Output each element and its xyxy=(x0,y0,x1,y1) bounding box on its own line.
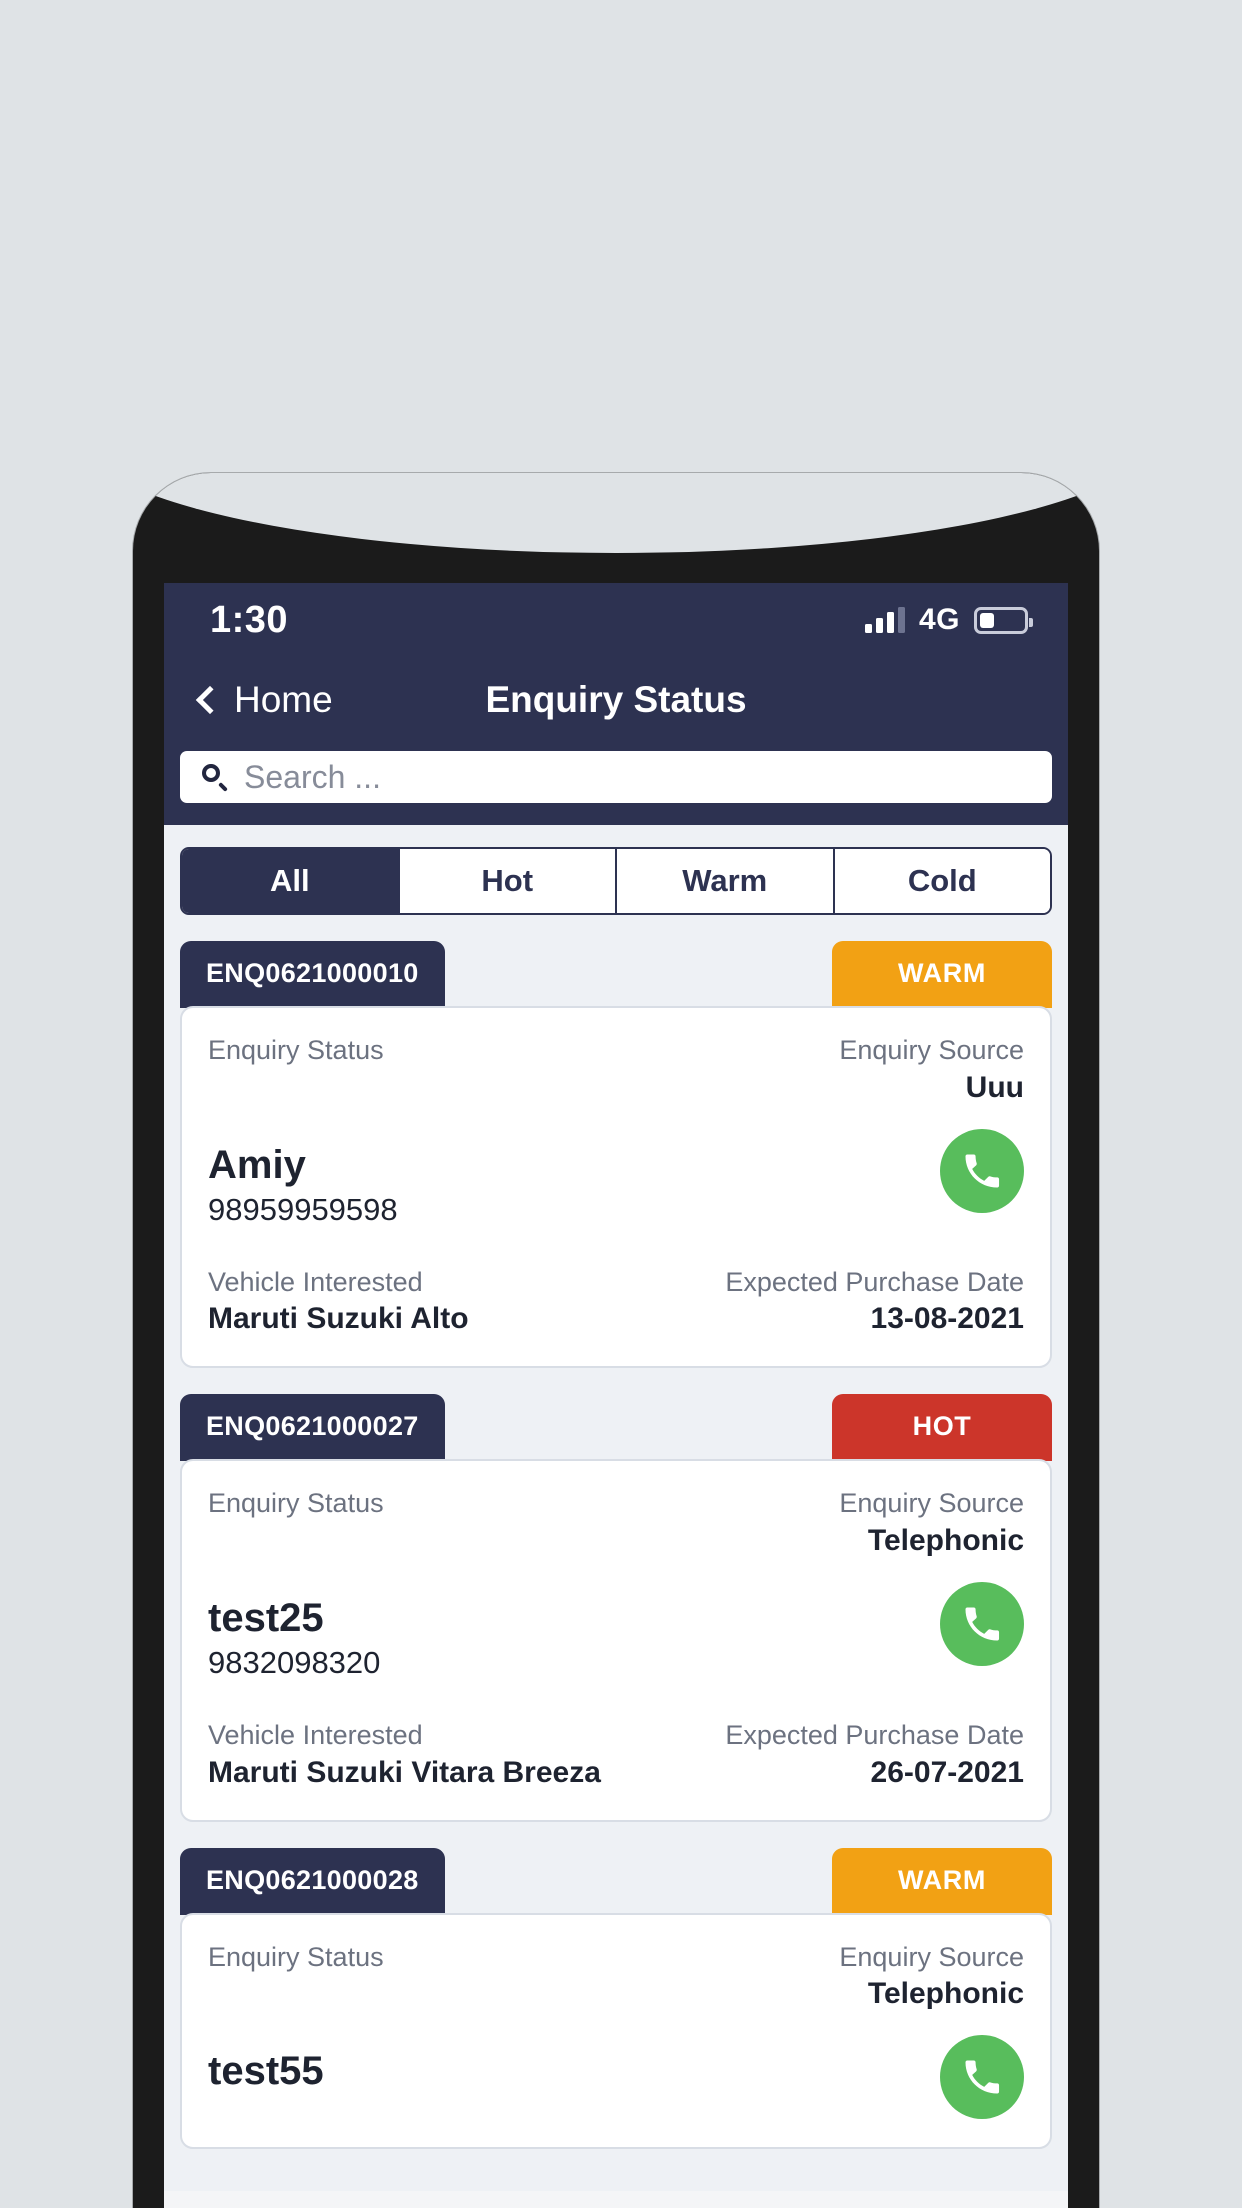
vehicle-interested-label: Vehicle Interested xyxy=(208,1719,423,1750)
filter-tab-warm[interactable]: Warm xyxy=(617,849,835,913)
network-type-label: 4G xyxy=(918,603,960,636)
call-button[interactable] xyxy=(940,2035,1024,2120)
enquiry-list-scroll-area[interactable]: All Hot Warm Cold ENQ0621000010 WARM Enq… xyxy=(164,825,1068,2208)
enquiry-status-label: Enquiry Status xyxy=(208,1488,384,1519)
back-button[interactable]: Home xyxy=(194,679,333,721)
back-button-label: Home xyxy=(234,679,333,720)
enquiry-status-block: Enquiry Status xyxy=(208,1941,384,1975)
customer-phone: 9832098320 xyxy=(208,1645,381,1680)
filter-tab-group: All Hot Warm Cold xyxy=(180,847,1052,915)
enquiry-card-header: ENQ0621000028 WARM xyxy=(180,1847,1052,1915)
enquiry-id-badge: ENQ0621000010 xyxy=(180,941,445,1008)
enquiry-status-block: Enquiry Status xyxy=(208,1487,384,1521)
customer-block: Amiy 98959959598 xyxy=(208,1107,398,1230)
enquiry-source-label: Enquiry Source xyxy=(839,1035,1024,1065)
filter-tab-cold[interactable]: Cold xyxy=(834,849,1050,913)
enquiry-contact-row: Amiy 98959959598 xyxy=(208,1107,1024,1230)
customer-block: test25 9832098320 xyxy=(208,1560,380,1683)
enquiry-bottom-row: Vehicle Interested Maruti Suzuki Vitara … xyxy=(208,1719,1024,1792)
purchase-date-block: Expected Purchase Date 26-07-2021 xyxy=(725,1719,1024,1792)
call-button[interactable] xyxy=(940,1128,1024,1213)
vehicle-interested-value: Maruti Suzuki Alto xyxy=(208,1302,469,1336)
enquiry-source-block: Enquiry Source Uuu xyxy=(839,1034,1024,1107)
signal-bars-icon xyxy=(864,607,905,633)
customer-block: test55 xyxy=(208,2013,324,2097)
enquiry-card-header: ENQ0621000010 WARM xyxy=(180,941,1052,1008)
enquiry-top-row: Enquiry Status Enquiry Source Uuu xyxy=(208,1034,1024,1107)
status-badge: HOT xyxy=(832,1394,1052,1462)
status-badge: WARM xyxy=(832,941,1052,1008)
battery-icon xyxy=(974,606,1033,634)
vehicle-block: Vehicle Interested Maruti Suzuki Alto xyxy=(208,1266,469,1339)
enquiry-card-body: Enquiry Status Enquiry Source Telephonic… xyxy=(180,1459,1052,1822)
expected-purchase-date-value: 26-07-2021 xyxy=(870,1755,1024,1789)
enquiry-status-block: Enquiry Status xyxy=(208,1034,384,1068)
filter-tab-hot[interactable]: Hot xyxy=(399,849,617,913)
status-indicators: 4G xyxy=(864,603,1033,637)
enquiry-source-value: Telephonic xyxy=(867,1977,1024,2011)
enquiry-card[interactable]: ENQ0621000010 WARM Enquiry Status Enquir… xyxy=(180,941,1052,1369)
enquiry-card[interactable]: ENQ0621000027 HOT Enquiry Status Enquiry… xyxy=(180,1394,1052,1822)
search-box[interactable] xyxy=(180,751,1052,803)
status-badge: WARM xyxy=(832,1847,1052,1915)
expected-purchase-date-label: Expected Purchase Date xyxy=(725,1719,1024,1750)
enquiry-id-badge: ENQ0621000027 xyxy=(180,1394,445,1462)
bottom-bar xyxy=(164,2191,1068,2208)
enquiry-bottom-row: Vehicle Interested Maruti Suzuki Alto Ex… xyxy=(208,1266,1024,1339)
enquiry-status-label: Enquiry Status xyxy=(208,1941,384,1972)
vehicle-block: Vehicle Interested Maruti Suzuki Vitara … xyxy=(208,1719,601,1792)
enquiry-source-value: Telephonic xyxy=(867,1524,1024,1557)
customer-name: test25 xyxy=(208,1596,324,1640)
enquiry-status-label: Enquiry Status xyxy=(208,1035,384,1065)
navigation-bar: Home Enquiry Status xyxy=(164,657,1068,743)
search-icon xyxy=(202,764,228,792)
enquiry-source-value: Uuu xyxy=(965,1070,1024,1104)
enquiry-card-body: Enquiry Status Enquiry Source Uuu Amiy 9… xyxy=(180,1006,1052,1369)
enquiry-top-row: Enquiry Status Enquiry Source Telephonic xyxy=(208,1941,1024,2014)
enquiry-contact-row: test55 xyxy=(208,2013,1024,2120)
expected-purchase-date-value: 13-08-2021 xyxy=(870,1302,1024,1336)
filter-tab-all[interactable]: All xyxy=(182,849,400,913)
enquiry-source-label: Enquiry Source xyxy=(839,1941,1024,1972)
status-bar: 1:30 4G xyxy=(164,583,1068,657)
call-button[interactable] xyxy=(940,1582,1024,1666)
phone-icon xyxy=(965,1154,1000,1188)
enquiry-id-badge: ENQ0621000028 xyxy=(180,1847,445,1915)
customer-name: test55 xyxy=(208,2049,324,2094)
customer-phone: 98959959598 xyxy=(208,1191,398,1227)
enquiry-card-body: Enquiry Status Enquiry Source Telephonic… xyxy=(180,1912,1052,2150)
search-bar-container xyxy=(164,743,1068,825)
enquiry-source-label: Enquiry Source xyxy=(839,1488,1024,1519)
enquiry-top-row: Enquiry Status Enquiry Source Telephonic xyxy=(208,1487,1024,1560)
phone-icon xyxy=(965,1607,1000,1641)
customer-name: Amiy xyxy=(208,1142,306,1187)
page-backdrop: 1:30 4G Home Enquiry Status Search ... A… xyxy=(0,0,1242,2208)
chevron-left-icon xyxy=(195,685,225,715)
enquiry-card-header: ENQ0621000027 HOT xyxy=(180,1394,1052,1462)
enquiry-card[interactable]: ENQ0621000028 WARM Enquiry Status Enquir… xyxy=(180,1847,1052,2150)
phone-device-frame: 1:30 4G Home Enquiry Status Search ... A… xyxy=(133,473,1099,2208)
status-time: 1:30 xyxy=(210,598,289,641)
enquiry-contact-row: test25 9832098320 xyxy=(208,1560,1024,1683)
enquiry-source-block: Enquiry Source Telephonic xyxy=(839,1487,1024,1560)
purchase-date-block: Expected Purchase Date 13-08-2021 xyxy=(725,1266,1024,1339)
expected-purchase-date-label: Expected Purchase Date xyxy=(725,1266,1024,1297)
enquiry-source-block: Enquiry Source Telephonic xyxy=(839,1941,1024,2014)
phone-icon xyxy=(965,2060,1000,2094)
vehicle-interested-value: Maruti Suzuki Vitara Breeza xyxy=(208,1755,601,1789)
vehicle-interested-label: Vehicle Interested xyxy=(208,1266,423,1297)
phone-screen: 1:30 4G Home Enquiry Status Search ... A… xyxy=(164,583,1068,2208)
search-input[interactable] xyxy=(244,758,1030,796)
